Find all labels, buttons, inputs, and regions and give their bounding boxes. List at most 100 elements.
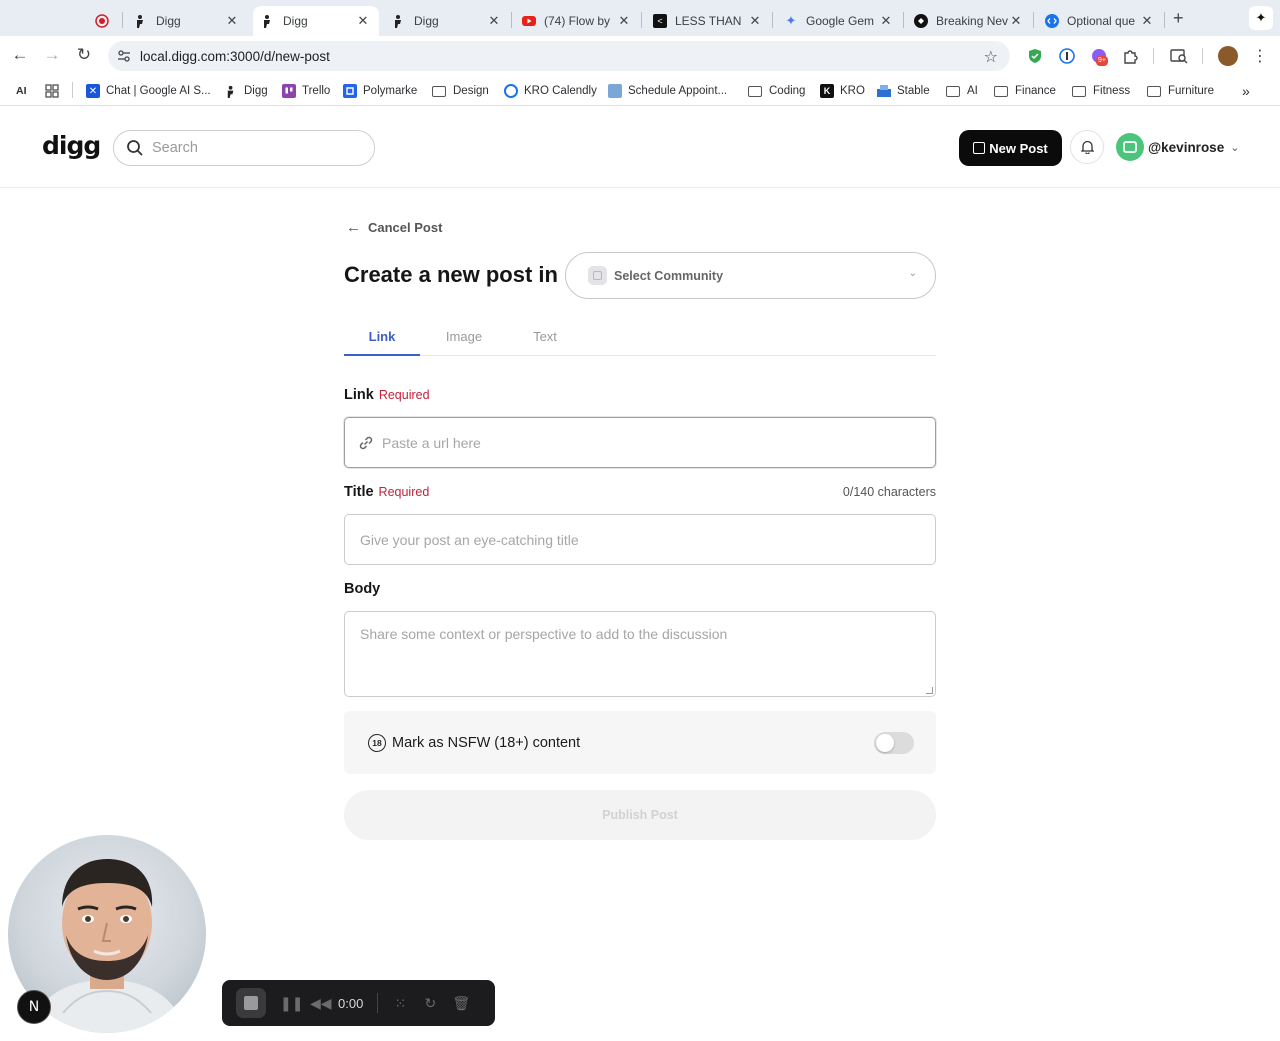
pause-icon[interactable]: ❚❚ [280, 995, 303, 1012]
tab-digg-3[interactable]: Digg ✕ [386, 6, 508, 36]
bookmark-kro-calendly[interactable]: KRO Calendly [504, 82, 597, 100]
link-url-input[interactable] [382, 434, 922, 451]
resize-handle-icon[interactable] [926, 687, 933, 694]
browser-toolbar: ← → ↻ local.digg.com:3000/d/new-post ☆ 9… [0, 36, 1280, 76]
required-badge: Required [378, 485, 430, 499]
back-arrow-icon[interactable]: ← [9, 45, 31, 65]
apps-grid-icon[interactable] [45, 82, 59, 100]
grid-icon[interactable]: ⁙ [392, 995, 408, 1012]
shield-extension-icon[interactable] [1026, 47, 1044, 65]
tab-optional[interactable]: Optional que ✕ [1039, 6, 1161, 36]
required-badge: Required [378, 388, 430, 402]
digg-logo[interactable]: digg [42, 131, 101, 160]
notifications-bell-icon[interactable] [1070, 130, 1104, 164]
kebab-menu-icon[interactable]: ⋮ [1251, 47, 1269, 65]
select-community-dropdown[interactable]: Select Community ⌄ [565, 252, 936, 299]
gemini-icon: ✦ [785, 13, 797, 28]
bookmark-chat-google-ai[interactable]: ✕ Chat | Google AI S... [86, 82, 211, 100]
tab-youtube[interactable]: (74) Flow by ✕ [516, 6, 638, 36]
close-icon[interactable]: ✕ [878, 13, 894, 29]
nsfw-toggle[interactable] [874, 732, 914, 754]
tab-link[interactable]: Link [344, 320, 420, 356]
search-input[interactable] [152, 140, 352, 156]
trash-icon[interactable]: 🗑 [452, 995, 470, 1012]
bookmark-folder-coding[interactable]: Coding [748, 82, 805, 100]
extension-badge-icon[interactable]: 9+ [1090, 47, 1108, 66]
close-icon[interactable]: ✕ [486, 13, 502, 29]
profile-avatar-icon[interactable] [1218, 46, 1238, 66]
close-icon[interactable]: ✕ [1008, 13, 1024, 29]
tab-recording[interactable] [84, 6, 120, 36]
username: @kevinrose [1148, 139, 1225, 155]
digg-icon [392, 14, 406, 28]
bookmark-schedule-appointment[interactable]: Schedule Appoint... [608, 82, 727, 100]
address-bar[interactable]: local.digg.com:3000/d/new-post ☆ [108, 41, 1010, 71]
avatar [1116, 133, 1144, 161]
bookmark-label: KRO [840, 85, 865, 97]
screen-recorder-bar: ❚❚ ◀◀ 0:00 ⁙ ↻ 🗑 [222, 980, 495, 1026]
kro-icon: K [820, 84, 834, 98]
bookmark-trello[interactable]: Trello [282, 82, 330, 100]
link-field[interactable] [344, 417, 936, 468]
nsfw-label: Mark as NSFW (18+) content [392, 734, 581, 751]
tab-text[interactable]: Text [507, 320, 583, 356]
stop-recording-button[interactable] [236, 988, 266, 1018]
bookmark-folder-fitness[interactable]: Fitness [1072, 82, 1130, 100]
publish-post-button[interactable]: Publish Post [344, 790, 936, 840]
select-community-label: Select Community [614, 268, 724, 283]
bookmark-label: AI [967, 85, 978, 97]
close-icon[interactable]: ✕ [355, 13, 371, 29]
bookmark-folder-ai[interactable]: AI [946, 82, 978, 100]
nextjs-badge-icon[interactable]: N [17, 990, 51, 1024]
calendly-icon [504, 84, 518, 98]
bookmark-ai-text[interactable]: AI [16, 82, 27, 100]
extension-badge-count: 9+ [1096, 56, 1108, 66]
bookmark-label: Finance [1015, 85, 1056, 97]
body-textarea[interactable] [360, 626, 920, 682]
onepassword-extension-icon[interactable] [1058, 47, 1076, 65]
stable-icon [877, 84, 891, 98]
bookmarks-overflow-chevron-icon[interactable]: » [1242, 82, 1250, 100]
restart-icon[interactable]: ↻ [422, 995, 438, 1012]
digg-icon [261, 14, 275, 28]
title-field[interactable] [344, 514, 936, 565]
forward-arrow-icon[interactable]: → [41, 45, 63, 65]
close-icon[interactable]: ✕ [224, 13, 240, 29]
body-field[interactable] [344, 611, 936, 697]
bookmark-folder-design[interactable]: Design [432, 82, 489, 100]
bookmark-digg[interactable]: Digg [224, 82, 268, 100]
tab-digg-active[interactable]: Digg ✕ [253, 6, 379, 36]
close-icon[interactable]: ✕ [1139, 13, 1155, 29]
tab-digg-1[interactable]: Digg ✕ [128, 6, 246, 36]
new-post-button[interactable]: New Post [959, 130, 1062, 166]
search-bar[interactable] [113, 130, 375, 166]
folder-icon [1147, 85, 1161, 97]
tab-gemini[interactable]: ✦ Google Gem ✕ [778, 6, 900, 36]
reload-icon[interactable]: ↻ [73, 45, 95, 65]
bookmark-folder-finance[interactable]: Finance [994, 82, 1056, 100]
title-input[interactable] [360, 531, 920, 548]
puzzle-extensions-icon[interactable] [1122, 47, 1140, 65]
close-icon[interactable]: ✕ [747, 13, 763, 29]
close-icon[interactable]: ✕ [616, 13, 632, 29]
chevron-down-icon: ⌄ [908, 268, 917, 279]
bookmark-folder-furniture[interactable]: Furniture [1147, 82, 1214, 100]
tab-lessthan[interactable]: < LESS THAN ✕ [647, 6, 769, 36]
site-info-icon[interactable] [116, 48, 132, 64]
new-post-label: New Post [989, 140, 1048, 156]
cancel-post-link[interactable]: ← Cancel Post [346, 219, 442, 236]
bookmark-stable[interactable]: Stable [877, 82, 930, 100]
bookmark-label: KRO Calendly [524, 85, 597, 97]
bookmark-label: Fitness [1093, 85, 1131, 97]
tab-breaking-news[interactable]: Breaking Nev ✕ [908, 6, 1030, 36]
lessthan-icon: < [653, 14, 667, 28]
new-tab-button[interactable]: + [1173, 8, 1184, 29]
tab-image[interactable]: Image [426, 320, 502, 356]
bookmark-kro[interactable]: K KRO [820, 82, 865, 100]
gemini-sparkle-icon[interactable]: ✦ [1249, 6, 1273, 30]
rewind-icon[interactable]: ◀◀ [310, 995, 332, 1012]
user-menu[interactable]: @kevinrose ⌄ [1116, 133, 1239, 161]
search-tabs-icon[interactable] [1170, 47, 1188, 65]
bookmark-star-icon[interactable]: ☆ [984, 47, 998, 67]
bookmark-polymarket[interactable]: Polymarke [343, 82, 417, 100]
